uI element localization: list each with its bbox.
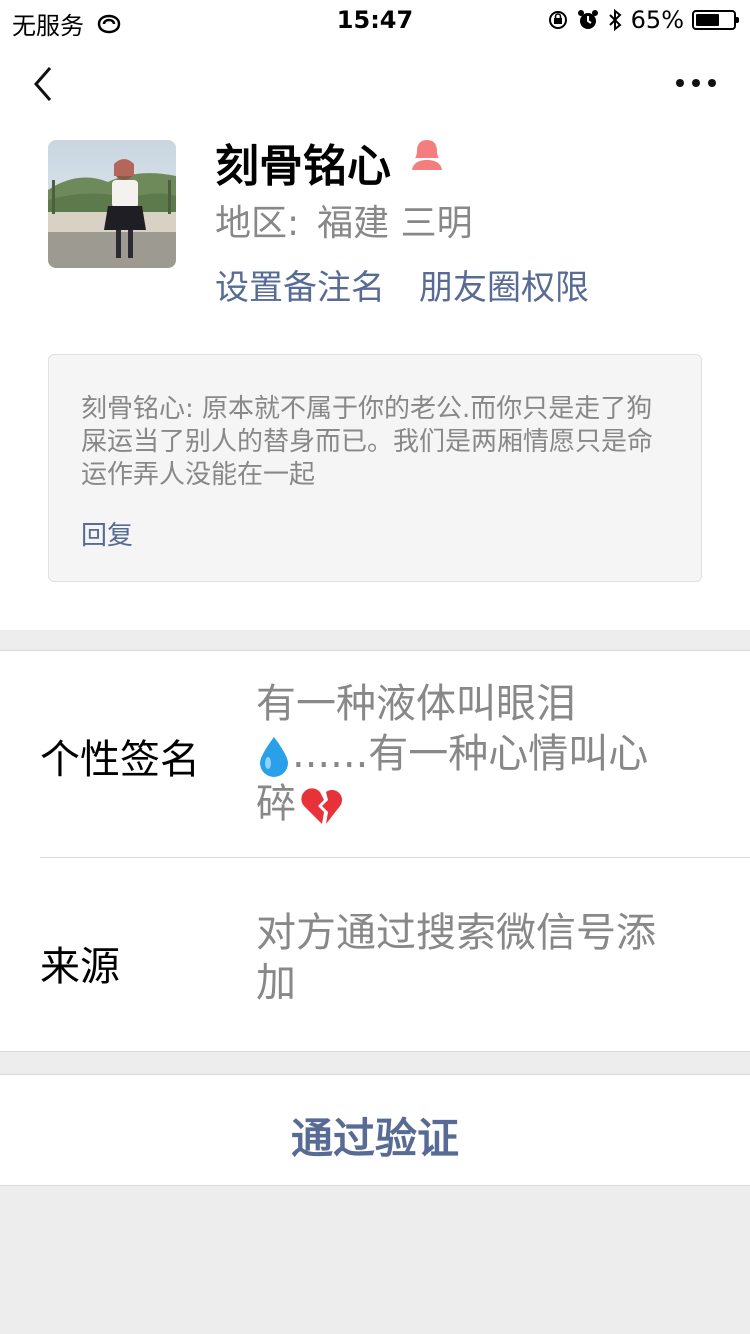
region-value: 福建 三明 — [317, 203, 473, 244]
verification-message: 刻骨铭心: 原本就不属于你的老公.而你只是走了狗屎运当了别人的替身而已。我们是两… — [48, 354, 702, 582]
broken-heart-icon — [301, 788, 342, 824]
signature-row: 个性签名 有一种液体叫眼泪 ......有一种心情叫心碎 — [40, 651, 750, 857]
accept-verification-button[interactable]: 通过验证 — [0, 1105, 750, 1166]
profile-name: 刻骨铭心 — [215, 141, 391, 192]
source-label: 来源 — [40, 944, 120, 990]
reply-link[interactable]: 回复 — [81, 515, 133, 552]
back-icon[interactable] — [30, 64, 60, 104]
profile-section: 刻骨铭心 地区: 福建 三明 设置备注名 朋友圈权限 刻骨铭心: 原本就不属于你的老… — [0, 40, 750, 630]
set-remark-link[interactable]: 设置备注名 — [215, 268, 385, 308]
source-row: 来源 对方通过搜索微信号添加 — [40, 858, 750, 1052]
message-text: 刻骨铭心: 原本就不属于你的老公.而你只是走了狗屎运当了别人的替身而已。我们是两… — [81, 394, 654, 490]
orientation-lock-icon — [548, 11, 567, 29]
battery-percent: 65% — [630, 6, 684, 34]
bluetooth-icon — [608, 8, 622, 32]
status-right: 65% — [547, 6, 739, 34]
status-bar: 无服务 15:47 65% — [0, 0, 750, 40]
avatar-photo — [48, 140, 176, 268]
droplet-icon — [260, 737, 288, 777]
signature-label: 个性签名 — [40, 737, 200, 783]
moments-permission-link[interactable]: 朋友圈权限 — [419, 268, 589, 308]
signature-value: 有一种液体叫眼泪 ......有一种心情叫心碎 — [256, 679, 686, 829]
verify-section: 通过验证 — [0, 1074, 750, 1186]
avatar[interactable] — [48, 140, 176, 268]
more-options-icon[interactable] — [676, 76, 716, 90]
female-icon — [412, 140, 442, 170]
battery-fill — [696, 14, 719, 26]
battery-icon — [692, 10, 739, 30]
profile-links: 设置备注名 朋友圈权限 — [215, 260, 623, 309]
alarm-icon — [577, 10, 598, 29]
signature-text-1: 有一种液体叫眼泪 — [256, 681, 576, 727]
info-section: 个性签名 有一种液体叫眼泪 ......有一种心情叫心碎 来源 对方通过搜索微信… — [0, 650, 750, 1052]
region-label: 地区: — [215, 203, 300, 244]
region-info: 地区: 福建 三明 — [215, 194, 473, 246]
source-value: 对方通过搜索微信号添加 — [256, 910, 656, 1006]
